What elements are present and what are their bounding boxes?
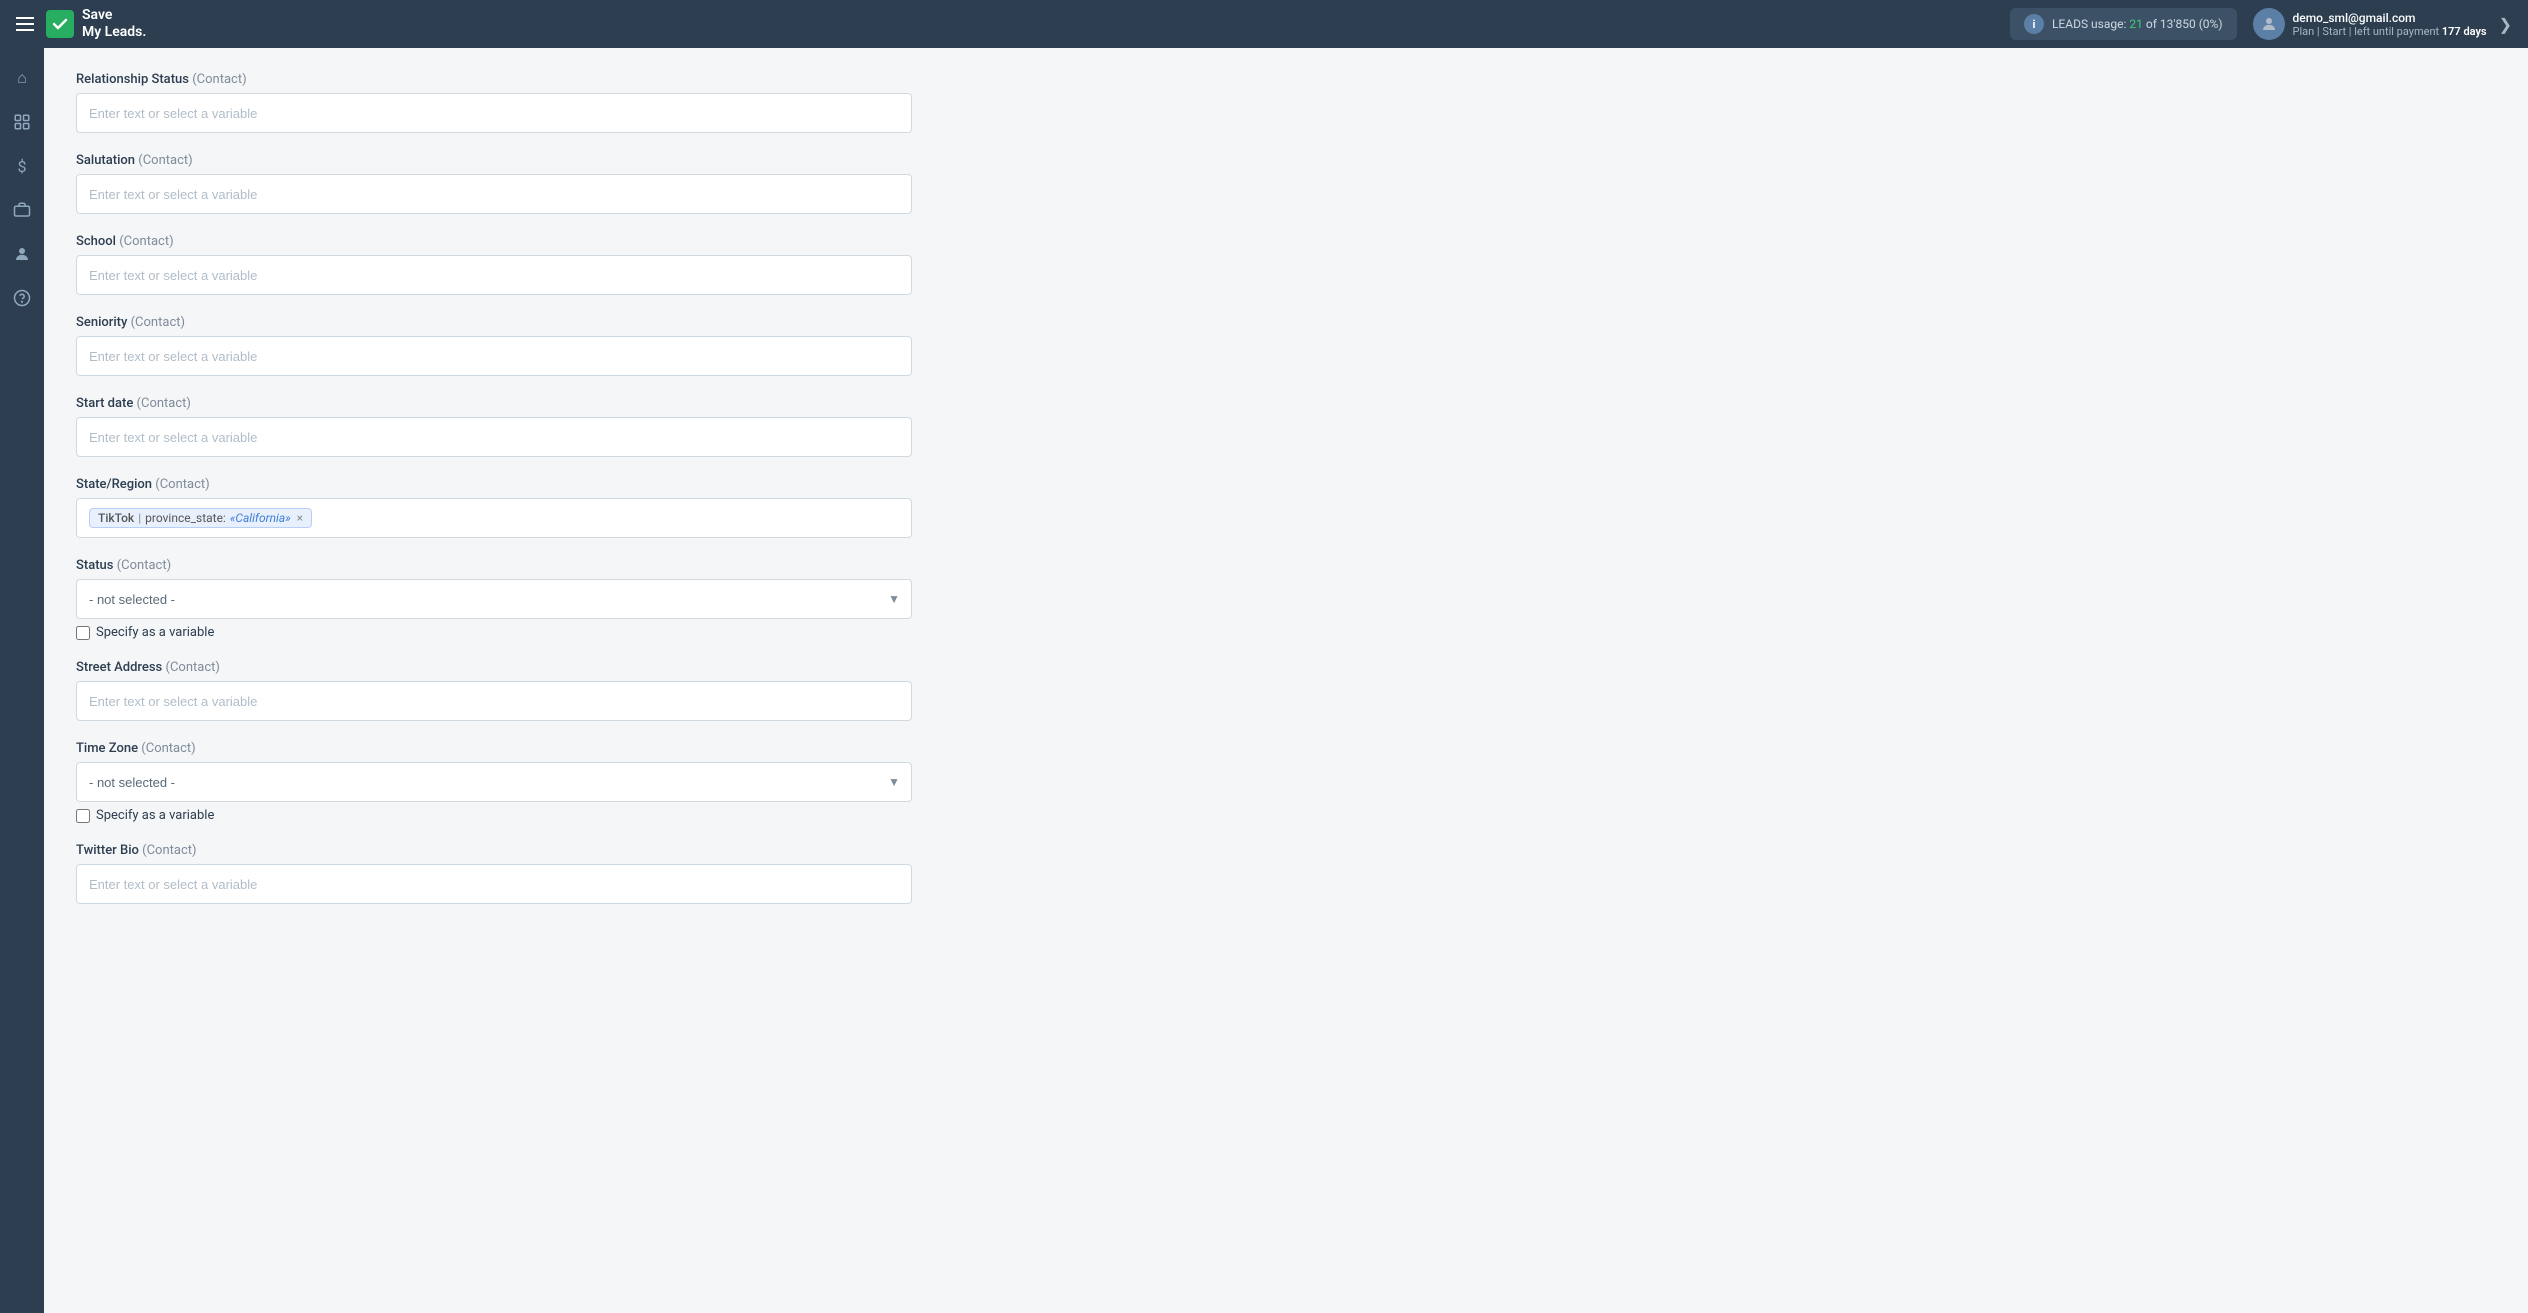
tag-close-button[interactable]: × bbox=[297, 511, 303, 525]
specify-variable-timezone-checkbox[interactable] bbox=[76, 809, 90, 823]
logo-text: Save My Leads. bbox=[82, 7, 146, 41]
sidebar-item-home[interactable]: ⌂ bbox=[4, 60, 40, 96]
logo-icon bbox=[46, 10, 74, 38]
field-label-salutation: Salutation (Contact) bbox=[76, 153, 912, 168]
input-street-address[interactable] bbox=[76, 681, 912, 721]
specify-variable-status-label[interactable]: Specify as a variable bbox=[76, 625, 912, 640]
leads-usage-text: LEADS usage: 21 of 13'850 (0%) bbox=[2052, 17, 2223, 31]
main-content: Relationship Status (Contact) Salutation… bbox=[44, 48, 2208, 1313]
user-info: demo_sml@gmail.com Plan | Start | left u… bbox=[2253, 8, 2487, 40]
app-header: Save My Leads. i LEADS usage: 21 of 13'8… bbox=[0, 0, 2528, 48]
field-salutation: Salutation (Contact) bbox=[76, 153, 912, 214]
right-panel bbox=[2208, 48, 2528, 1313]
sidebar-item-billing[interactable]: $ bbox=[4, 148, 40, 184]
field-label-street-address: Street Address (Contact) bbox=[76, 660, 912, 675]
menu-button[interactable] bbox=[16, 17, 34, 31]
sidebar: ⌂ $ bbox=[0, 48, 44, 1313]
input-salutation[interactable] bbox=[76, 174, 912, 214]
field-start-date: Start date (Contact) bbox=[76, 396, 912, 457]
header-chevron-icon[interactable]: ❯ bbox=[2499, 15, 2512, 34]
field-label-status: Status (Contact) bbox=[76, 558, 912, 573]
field-state-region: State/Region (Contact) TikTok | province… bbox=[76, 477, 912, 538]
input-seniority[interactable] bbox=[76, 336, 912, 376]
field-twitter-bio: Twitter Bio (Contact) bbox=[76, 843, 912, 904]
logo: Save My Leads. bbox=[46, 7, 146, 41]
form-container: Relationship Status (Contact) Salutation… bbox=[44, 48, 944, 948]
field-label-school: School (Contact) bbox=[76, 234, 912, 249]
input-relationship-status[interactable] bbox=[76, 93, 912, 133]
sidebar-item-integrations[interactable] bbox=[4, 104, 40, 140]
user-details: demo_sml@gmail.com Plan | Start | left u… bbox=[2293, 11, 2487, 38]
field-school: School (Contact) bbox=[76, 234, 912, 295]
tag-tiktok-province: TikTok | province_state: «California» × bbox=[89, 508, 312, 528]
field-label-twitter-bio: Twitter Bio (Contact) bbox=[76, 843, 912, 858]
input-start-date[interactable] bbox=[76, 417, 912, 457]
select-status[interactable]: - not selected - bbox=[76, 579, 912, 619]
field-label-time-zone: Time Zone (Contact) bbox=[76, 741, 912, 756]
field-label-relationship-status: Relationship Status (Contact) bbox=[76, 72, 912, 87]
user-avatar bbox=[2253, 8, 2285, 40]
field-label-state-region: State/Region (Contact) bbox=[76, 477, 912, 492]
select-time-zone[interactable]: - not selected - bbox=[76, 762, 912, 802]
input-school[interactable] bbox=[76, 255, 912, 295]
select-wrapper-status: - not selected - ▼ bbox=[76, 579, 912, 619]
field-status: Status (Contact) - not selected - ▼ Spec… bbox=[76, 558, 912, 640]
sidebar-item-profile[interactable] bbox=[4, 236, 40, 272]
tag-input-state-region[interactable]: TikTok | province_state: «California» × bbox=[76, 498, 912, 538]
field-label-start-date: Start date (Contact) bbox=[76, 396, 912, 411]
sidebar-item-tools[interactable] bbox=[4, 192, 40, 228]
field-seniority: Seniority (Contact) bbox=[76, 315, 912, 376]
info-icon: i bbox=[2024, 14, 2044, 34]
field-time-zone: Time Zone (Contact) - not selected - ▼ S… bbox=[76, 741, 912, 823]
field-label-seniority: Seniority (Contact) bbox=[76, 315, 912, 330]
leads-usage-badge: i LEADS usage: 21 of 13'850 (0%) bbox=[2010, 8, 2237, 40]
field-relationship-status: Relationship Status (Contact) bbox=[76, 72, 912, 133]
select-wrapper-time-zone: - not selected - ▼ bbox=[76, 762, 912, 802]
field-street-address: Street Address (Contact) bbox=[76, 660, 912, 721]
sidebar-item-help[interactable] bbox=[4, 280, 40, 316]
specify-variable-status-checkbox[interactable] bbox=[76, 626, 90, 640]
specify-variable-timezone-label[interactable]: Specify as a variable bbox=[76, 808, 912, 823]
input-twitter-bio[interactable] bbox=[76, 864, 912, 904]
